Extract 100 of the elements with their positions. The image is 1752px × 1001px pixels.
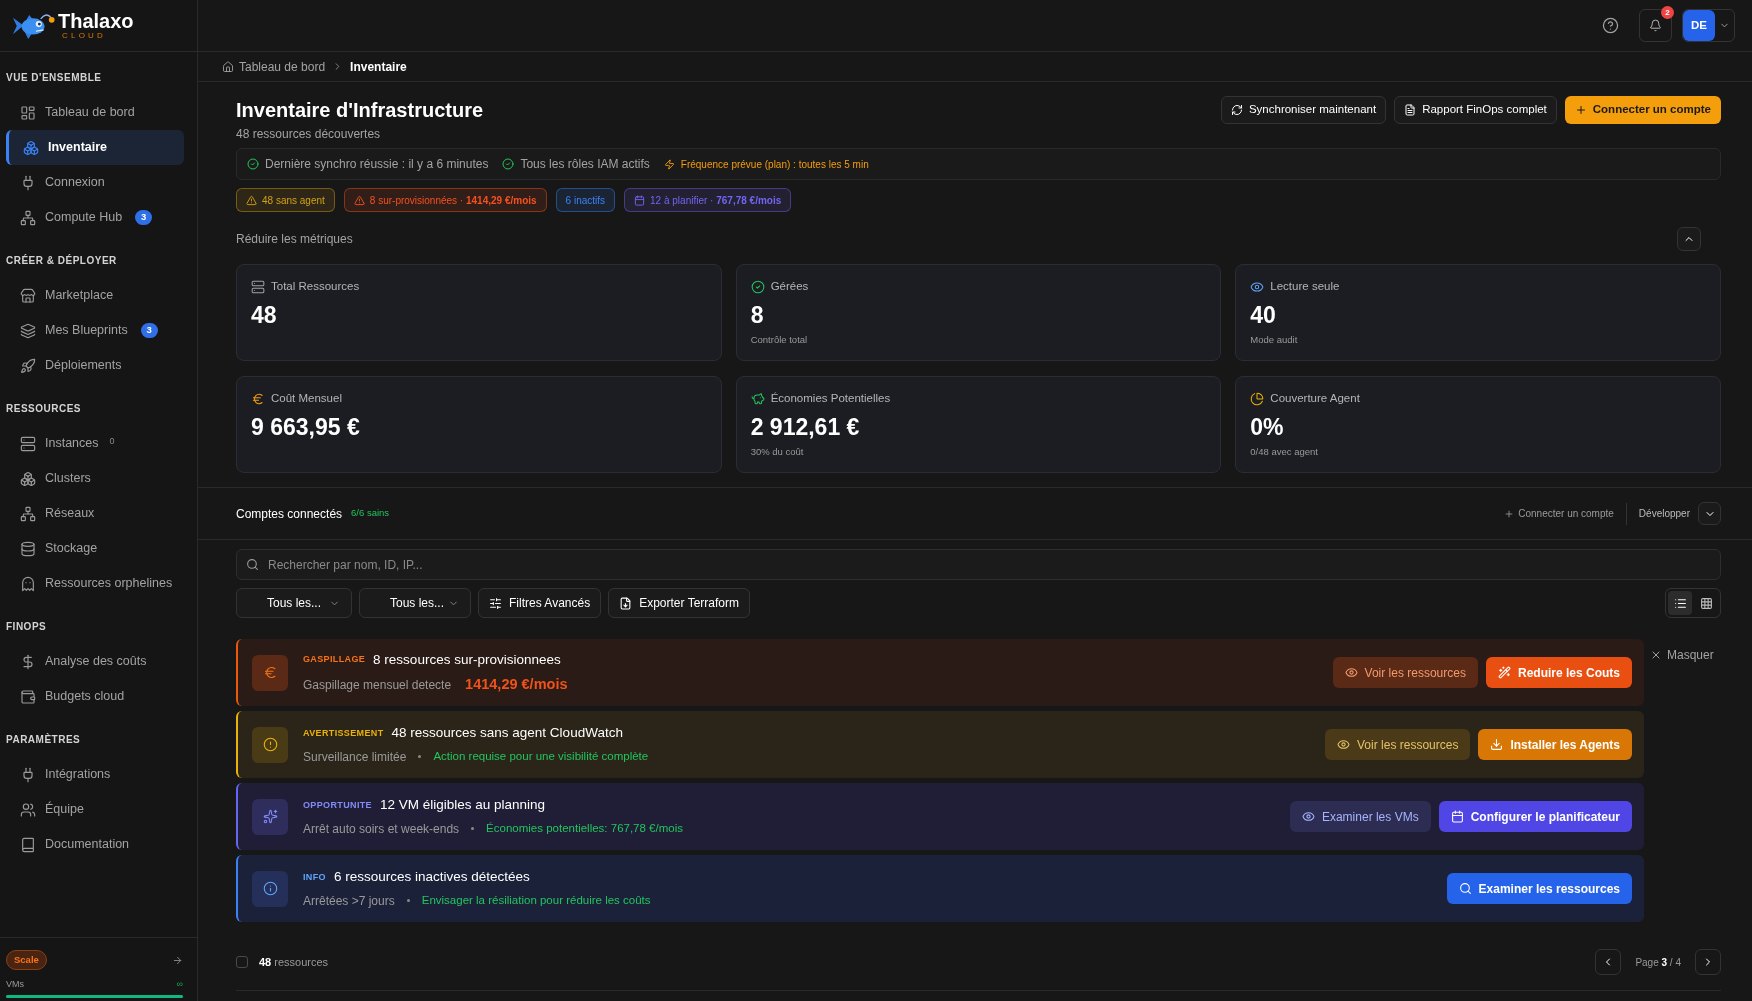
plug-icon (20, 766, 36, 783)
breadcrumb-link[interactable]: Tableau de bord (222, 57, 326, 76)
metric-note: 0/48 avec agent (1250, 445, 1319, 459)
sidebar-item[interactable]: Clusters (6, 461, 184, 496)
check-circle-icon (502, 158, 515, 170)
alert-category: AVERTISSEMENT (303, 726, 384, 740)
metric-note: 30% du coût (750, 445, 805, 459)
metric-value: 0% (1250, 413, 1285, 441)
primary-action-button[interactable]: Examiner les ressources (1446, 873, 1632, 904)
page-subtitle: 48 ressources découvertes (236, 126, 382, 142)
users-icon (20, 801, 36, 818)
sidebar-item[interactable]: Ressources orphelines (6, 566, 184, 601)
plan-badge[interactable]: Scale (6, 950, 47, 970)
sidebar-item[interactable]: Connexion (6, 165, 184, 200)
status-text: Fréquence prévue (plan) : toutes les 5 min (680, 157, 869, 172)
sidebar-item[interactable]: Intégrations (6, 757, 184, 792)
help-icon[interactable] (1602, 17, 1619, 34)
ghost-icon (20, 575, 36, 592)
status-tag[interactable]: 6 inactifs (555, 188, 616, 212)
count-badge: 3 (135, 210, 153, 225)
collapse-button[interactable] (1677, 227, 1701, 251)
metric-value: 2 912,61 € (750, 413, 861, 441)
arrow-right-icon[interactable] (172, 954, 183, 966)
bullet-icon (406, 899, 410, 903)
accounts-health: 6/6 sains (351, 506, 390, 521)
alert-title: 8 ressources sur-provisionnees (373, 650, 561, 669)
boxes-icon (23, 139, 39, 156)
toolbar-button[interactable]: Filtres Avancés (478, 588, 602, 618)
alert-category: OPPORTUNITE (303, 798, 372, 812)
sparkles-icon (252, 798, 288, 835)
dismiss-button[interactable]: Masquer (1650, 647, 1714, 662)
layers-icon (20, 322, 36, 339)
sidebar-item[interactable]: Analyse des coûts (6, 644, 184, 679)
search-field[interactable]: Rechercher par nom, ID, IP... (236, 549, 1721, 580)
list-view-button[interactable] (1668, 591, 1692, 615)
sidebar-item[interactable]: Budgets cloud (6, 679, 184, 714)
account-menu[interactable]: DE (1682, 9, 1735, 42)
sidebar-item[interactable]: Mes Blueprints 3 (6, 313, 184, 348)
section-heading: PARAMÈTRES (6, 732, 81, 747)
bullet-icon (471, 827, 475, 831)
calendar-icon (1450, 810, 1464, 823)
status-tag[interactable]: 8 sur-provisionnées · 1414,29 €/mois (343, 188, 547, 212)
notifications-button[interactable]: 2 (1639, 9, 1672, 42)
section-heading: RESSOURCES (6, 401, 81, 416)
sidebar-item[interactable]: Documentation (6, 827, 184, 862)
action-button[interactable]: Synchroniser maintenant (1220, 96, 1387, 124)
connect-account-link[interactable]: Connecter un compte (1504, 506, 1614, 521)
secondary-action-button[interactable]: Examiner les VMs (1289, 801, 1431, 832)
euro-icon (251, 392, 265, 406)
primary-action-button[interactable]: Configurer le planificateur (1438, 801, 1632, 832)
rocket-icon (20, 357, 36, 374)
sidebar-item[interactable]: Marketplace (6, 278, 184, 313)
sidebar-item[interactable]: Tableau de bord (6, 95, 184, 130)
sidebar-item[interactable]: Équipe (6, 792, 184, 827)
status-tag[interactable]: 12 à planifier · 767,78 €/mois (624, 188, 792, 212)
secondary-action-button[interactable]: Voir les ressources (1325, 729, 1471, 760)
metric-label: Coût Mensuel (271, 391, 342, 407)
secondary-action-button[interactable]: Voir les ressources (1332, 657, 1478, 688)
action-button[interactable]: Rapport FinOps complet (1394, 96, 1557, 124)
refresh-icon (1230, 104, 1243, 116)
check-circle-icon (750, 280, 765, 294)
status-tag[interactable]: 48 sans agent (236, 188, 335, 212)
server-icon (251, 280, 265, 294)
book-icon (20, 836, 36, 853)
eye-icon (1337, 738, 1351, 751)
sidebar-item[interactable]: Déploiements (6, 348, 184, 383)
brand-name: Thalaxo (58, 11, 134, 31)
sidebar-item[interactable]: Inventaire (6, 130, 184, 165)
server-icon (20, 435, 36, 452)
bell-icon (1649, 19, 1662, 32)
select-all-checkbox[interactable] (236, 956, 248, 968)
usage-label: VMs (6, 978, 24, 991)
user-avatar: DE (1683, 10, 1715, 41)
breadcrumb-current: Inventaire (350, 58, 407, 76)
sidebar-item[interactable]: Compute Hub 3 (6, 200, 184, 235)
sidebar-item[interactable]: Instances 0 (6, 426, 184, 461)
alert-note: Envisager la résiliation pour réduire les coûts (421, 893, 651, 908)
alert-detail: Surveillance limitée (303, 748, 407, 766)
item-count: 0 (109, 435, 115, 448)
metric-value: 8 (750, 301, 765, 329)
primary-action-button[interactable]: Reduire les Couts (1485, 657, 1632, 688)
sidebar-item[interactable]: Stockage (6, 531, 184, 566)
plug-icon (20, 174, 36, 191)
warning-icon (353, 194, 365, 206)
euro-icon (252, 654, 288, 691)
metric-value: 40 (1250, 301, 1277, 329)
connect-account-button[interactable]: Connecter un compte (1564, 96, 1721, 124)
status-text: Dernière synchro réussie : il y a 6 minutes (265, 156, 489, 173)
filter-dropdown[interactable]: Tous les... (359, 588, 471, 618)
toolbar-button[interactable]: Exporter Terraform (608, 588, 750, 618)
pie-chart-icon (1250, 392, 1265, 406)
notification-count: 2 (1661, 6, 1674, 19)
expand-label: Développer (1638, 507, 1690, 521)
list-icon (1673, 596, 1687, 610)
resource-count: 48 ressources (259, 954, 329, 970)
expand-button[interactable] (1698, 502, 1721, 525)
alert-amount: 1414,29 €/mois (465, 674, 568, 694)
sidebar-item[interactable]: Réseaux (6, 496, 184, 531)
filter-dropdown[interactable]: Tous les... (236, 588, 352, 618)
metric-note: Mode audit (1250, 333, 1299, 347)
